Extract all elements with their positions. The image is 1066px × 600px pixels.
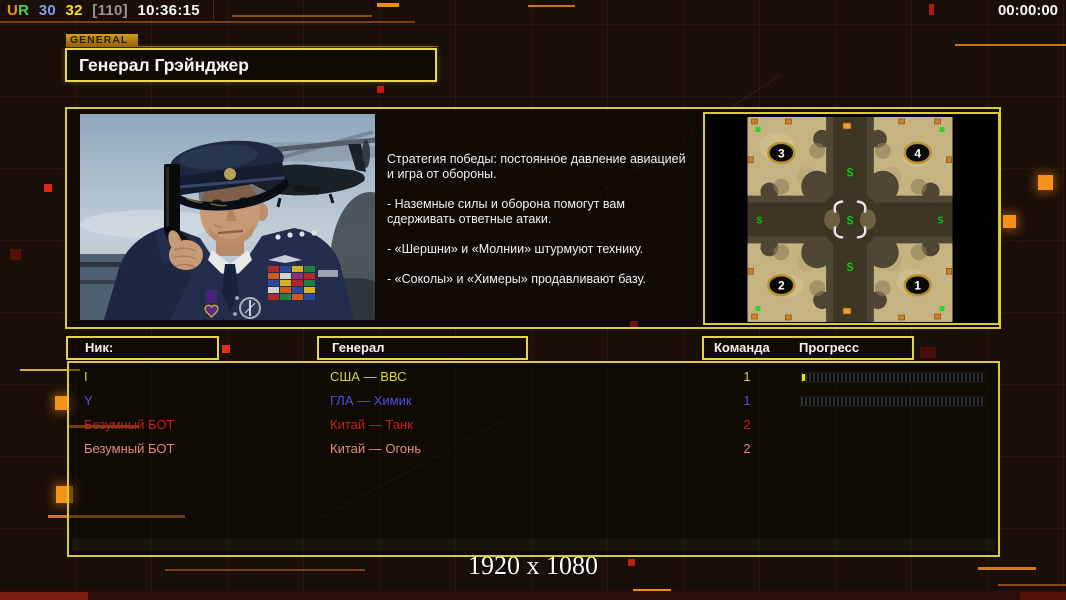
svg-text:$: $ (847, 260, 854, 274)
player-team: 1 (730, 390, 764, 412)
hud-token: U (7, 2, 18, 19)
circuit-line (955, 44, 1066, 46)
player-row: Безумный БОТ Китай — Огонь 2 (69, 438, 997, 460)
bottom-strip (0, 591, 1066, 600)
player-row: Безумный БОТ Китай — Танк 2 (69, 414, 997, 436)
player-nick: Y (84, 390, 93, 412)
general-portrait-art (80, 114, 375, 320)
start-position-3: 3 (778, 146, 785, 160)
start-position-1: 1 (914, 279, 921, 293)
column-header-general: Генерал (317, 336, 528, 360)
general-tab-label: GENERAL (66, 34, 138, 47)
briefing-panel: Стратегия победы: постоянное давление ав… (65, 107, 1001, 329)
briefing-paragraph: - «Соколы» и «Химеры» продавливают базу. (387, 272, 717, 287)
page-title: Генерал Грэйнджер (65, 48, 437, 82)
start-position-4: 4 (914, 146, 921, 160)
svg-text:$: $ (757, 215, 763, 226)
circuit-node (377, 86, 384, 93)
briefing-paragraph: - Наземные силы и оборона помогут вам сд… (387, 197, 717, 227)
player-nick: Безумный БОТ (84, 414, 174, 436)
column-header-team-progress: Команда Прогресс (702, 336, 914, 360)
bottom-strip-dark (1020, 592, 1066, 600)
circuit-node (929, 4, 934, 15)
player-general: США — ВВС (330, 366, 407, 388)
progress-fill (802, 374, 805, 381)
circuit-node (44, 184, 52, 192)
circuit-line (998, 584, 1066, 586)
briefing-paragraph: - «Шершни» и «Молнии» штурмуют технику. (387, 242, 717, 257)
nick-header-label: Ник: (85, 340, 113, 355)
circuit-node (920, 347, 936, 358)
svg-text:$: $ (938, 215, 944, 226)
bottom-strip-highlight (0, 592, 88, 600)
briefing-text: Стратегия победы: постоянное давление ав… (387, 152, 717, 302)
start-position-2: 2 (778, 279, 785, 293)
hud-token: 30 (39, 2, 56, 19)
circuit-node (1038, 175, 1053, 190)
resolution-watermark: 1920 x 1080 (0, 551, 1066, 581)
hud-stats: UR 30 32 [110] 10:36:15 (7, 2, 205, 19)
player-team: 2 (730, 414, 764, 436)
circuit-node (1003, 215, 1016, 228)
player-general: Китай — Огонь (330, 438, 421, 460)
name-plate (318, 270, 338, 277)
circuit-line (213, 0, 214, 22)
svg-text:$: $ (847, 166, 854, 180)
circuit-node (10, 249, 21, 260)
loading-progress-bar (800, 372, 986, 383)
hud-token: R (18, 2, 29, 19)
player-general: ГЛА — Химик (330, 390, 412, 412)
circuit-line (528, 5, 575, 7)
player-general: Китай — Танк (330, 414, 413, 436)
general-header-label: Генерал (332, 340, 384, 355)
hud-clock: 10:36:15 (137, 2, 199, 19)
player-team: 1 (730, 366, 764, 388)
match-timer: 00:00:00 (998, 2, 1058, 19)
player-nick: Безумный БОТ (84, 438, 174, 460)
column-header-nick: Ник: (66, 336, 219, 360)
loading-progress-bar (800, 396, 986, 407)
general-portrait (80, 114, 375, 320)
circuit-line (377, 3, 399, 7)
player-row: I США — ВВС 1 (69, 366, 997, 388)
player-nick: I (84, 366, 88, 388)
minimap-canvas: $ $ $ $ $ (747, 117, 953, 322)
map-preview: $ $ $ $ $ (703, 112, 1000, 325)
circuit-line (0, 21, 415, 23)
scroll-strip (72, 539, 995, 551)
hud-token: 32 (66, 2, 83, 19)
svg-text:$: $ (847, 213, 854, 227)
player-row: Y ГЛА — Химик 1 (69, 390, 997, 412)
missile-badge (240, 298, 260, 318)
player-team: 2 (730, 438, 764, 460)
circuit-line (232, 15, 372, 17)
progress-header-label: Прогресс (799, 338, 859, 358)
briefing-paragraph: Стратегия победы: постоянное давление ав… (387, 152, 717, 182)
team-header-label: Команда (714, 338, 770, 358)
loading-screen: UR 30 32 [110] 10:36:15 00:00:00 GENERAL… (0, 0, 1066, 600)
circuit-node (222, 345, 230, 353)
hud-token: [110] (92, 2, 128, 19)
